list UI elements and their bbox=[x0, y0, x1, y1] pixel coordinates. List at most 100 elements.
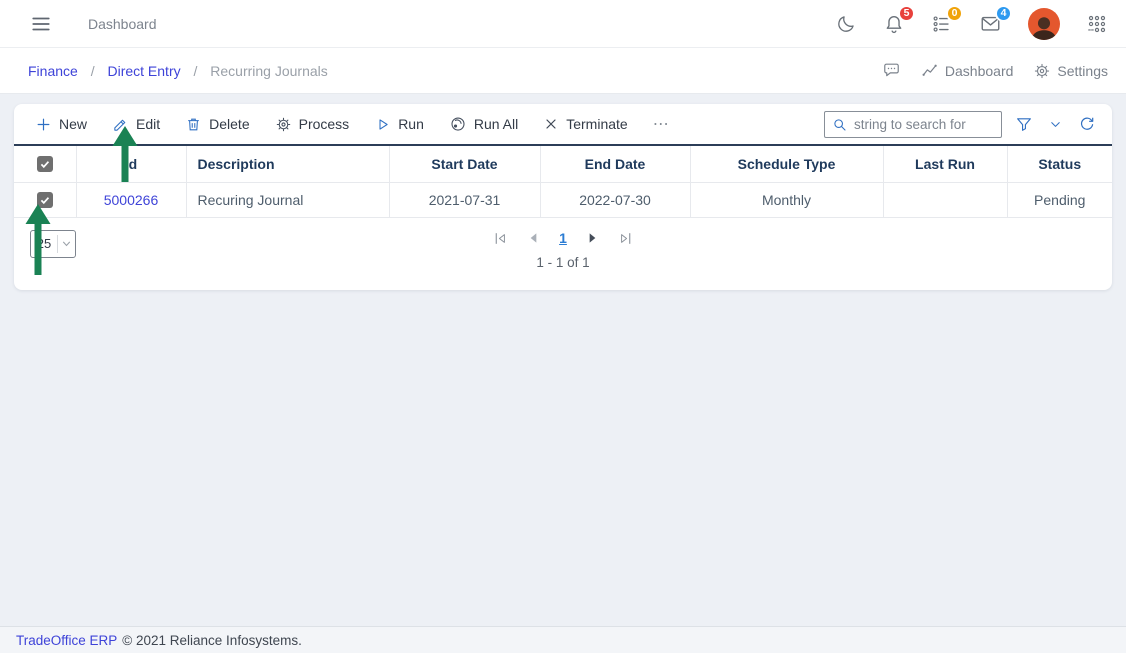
annotation-overlay bbox=[0, 0, 1126, 653]
settings-link-label: Settings bbox=[1057, 63, 1108, 79]
run-all-button[interactable]: Run All bbox=[442, 111, 525, 137]
page-number-1[interactable]: 1 bbox=[559, 230, 567, 246]
run-all-orbit-icon bbox=[449, 115, 467, 133]
recurring-journals-table: Id Description Start Date End Date Sched… bbox=[14, 144, 1112, 218]
column-header-status[interactable]: Status bbox=[1007, 145, 1112, 182]
delete-button[interactable]: Delete bbox=[178, 112, 256, 137]
topbar: Dashboard 5 0 bbox=[0, 0, 1126, 48]
gear-icon bbox=[1033, 62, 1051, 80]
pencil-icon bbox=[112, 116, 129, 133]
search-input[interactable] bbox=[824, 111, 1002, 138]
row-select-cell bbox=[14, 182, 76, 217]
terminate-button[interactable]: Terminate bbox=[536, 112, 634, 136]
column-header-description[interactable]: Description bbox=[186, 145, 389, 182]
filter-button[interactable] bbox=[1013, 113, 1035, 135]
pager-summary: 1 - 1 of 1 bbox=[536, 255, 589, 270]
last-page-icon bbox=[617, 230, 634, 247]
chart-line-icon bbox=[921, 62, 939, 80]
messages-envelope-icon[interactable]: 4 bbox=[979, 13, 1002, 35]
previous-page-icon bbox=[526, 230, 542, 246]
topbar-actions: 5 0 4 bbox=[836, 8, 1108, 40]
messages-badge: 4 bbox=[995, 5, 1012, 22]
run-button-label: Run bbox=[398, 116, 424, 132]
notifications-badge: 5 bbox=[898, 5, 915, 22]
page-title: Dashboard bbox=[88, 16, 157, 32]
refresh-button[interactable] bbox=[1076, 113, 1098, 135]
column-header-schedule-type[interactable]: Schedule Type bbox=[690, 145, 883, 182]
pager-controls: 1 bbox=[492, 230, 634, 247]
record-id-link[interactable]: 5000266 bbox=[104, 192, 159, 208]
edit-button-label: Edit bbox=[136, 116, 160, 132]
tasks-badge: 0 bbox=[946, 5, 963, 22]
new-button-label: New bbox=[59, 116, 87, 132]
grid-toolbar: New Edit Delete Process Run bbox=[14, 104, 1112, 144]
feedback-chat-icon[interactable] bbox=[882, 61, 901, 80]
breadcrumb: Finance / Direct Entry / Recurring Journ… bbox=[28, 63, 328, 79]
apps-grid-icon[interactable] bbox=[1086, 13, 1108, 35]
edit-button[interactable]: Edit bbox=[105, 112, 167, 137]
gear-icon bbox=[275, 116, 292, 133]
play-icon bbox=[374, 116, 391, 133]
plus-icon bbox=[35, 116, 52, 133]
breadcrumb-current: Recurring Journals bbox=[210, 63, 328, 79]
process-button[interactable]: Process bbox=[268, 112, 357, 137]
dark-mode-moon-icon[interactable] bbox=[836, 13, 857, 34]
cell-start-date: 2021-07-31 bbox=[389, 182, 540, 217]
refresh-icon bbox=[1078, 115, 1096, 133]
run-button[interactable]: Run bbox=[367, 112, 431, 137]
more-actions-button[interactable]: ⋯ bbox=[646, 110, 678, 138]
select-all-checkbox[interactable] bbox=[37, 156, 53, 172]
menu-icon[interactable] bbox=[28, 11, 54, 37]
breadcrumb-separator: / bbox=[91, 63, 95, 79]
select-all-header-cell bbox=[14, 145, 76, 182]
notifications-bell-icon[interactable]: 5 bbox=[883, 13, 905, 35]
filter-dropdown-chevron[interactable] bbox=[1046, 115, 1065, 134]
first-page-button[interactable] bbox=[492, 230, 509, 247]
first-page-icon bbox=[492, 230, 509, 247]
delete-button-label: Delete bbox=[209, 116, 249, 132]
chevron-down-icon bbox=[1048, 117, 1063, 132]
user-avatar[interactable] bbox=[1028, 8, 1060, 40]
column-header-start-date[interactable]: Start Date bbox=[389, 145, 540, 182]
column-header-last-run[interactable]: Last Run bbox=[883, 145, 1007, 182]
check-icon bbox=[39, 158, 51, 170]
footer-brand-link[interactable]: TradeOffice ERP bbox=[16, 633, 117, 648]
new-button[interactable]: New bbox=[28, 112, 94, 137]
run-all-button-label: Run All bbox=[474, 116, 518, 132]
tasks-list-icon[interactable]: 0 bbox=[931, 13, 953, 35]
column-header-id[interactable]: Id bbox=[76, 145, 186, 182]
cell-last-run bbox=[883, 182, 1007, 217]
process-button-label: Process bbox=[299, 116, 350, 132]
dashboard-link[interactable]: Dashboard bbox=[921, 62, 1014, 80]
cell-end-date: 2022-07-30 bbox=[540, 182, 690, 217]
row-checkbox[interactable] bbox=[37, 192, 53, 208]
cell-status: Pending bbox=[1007, 182, 1112, 217]
cell-description: Recuring Journal bbox=[186, 182, 389, 217]
last-page-button[interactable] bbox=[617, 230, 634, 247]
terminate-button-label: Terminate bbox=[566, 116, 627, 132]
recurring-journals-panel: New Edit Delete Process Run bbox=[14, 104, 1112, 290]
dashboard-link-label: Dashboard bbox=[945, 63, 1014, 79]
cell-schedule-type: Monthly bbox=[690, 182, 883, 217]
next-page-icon bbox=[584, 230, 600, 246]
table-row[interactable]: 5000266 Recuring Journal 2021-07-31 2022… bbox=[14, 182, 1112, 217]
breadcrumb-bar: Finance / Direct Entry / Recurring Journ… bbox=[0, 48, 1126, 94]
cell-id: 5000266 bbox=[76, 182, 186, 217]
breadcrumb-actions: Dashboard Settings bbox=[882, 61, 1108, 80]
breadcrumb-finance[interactable]: Finance bbox=[28, 63, 78, 79]
pagination-bar: 25 1 bbox=[14, 218, 1112, 290]
footer: TradeOffice ERP © 2021 Reliance Infosyst… bbox=[0, 626, 1126, 653]
column-header-end-date[interactable]: End Date bbox=[540, 145, 690, 182]
footer-copyright: © 2021 Reliance Infosystems. bbox=[122, 633, 302, 648]
x-icon bbox=[543, 116, 559, 132]
breadcrumb-direct-entry[interactable]: Direct Entry bbox=[107, 63, 180, 79]
settings-link[interactable]: Settings bbox=[1033, 62, 1108, 80]
previous-page-button[interactable] bbox=[526, 230, 542, 246]
next-page-button[interactable] bbox=[584, 230, 600, 246]
search-area bbox=[824, 111, 1098, 138]
pager-center: 1 1 - 1 of 1 bbox=[14, 230, 1112, 270]
check-icon bbox=[39, 194, 51, 206]
breadcrumb-separator: / bbox=[194, 63, 198, 79]
table-header-row: Id Description Start Date End Date Sched… bbox=[14, 145, 1112, 182]
search-box bbox=[824, 111, 1002, 138]
